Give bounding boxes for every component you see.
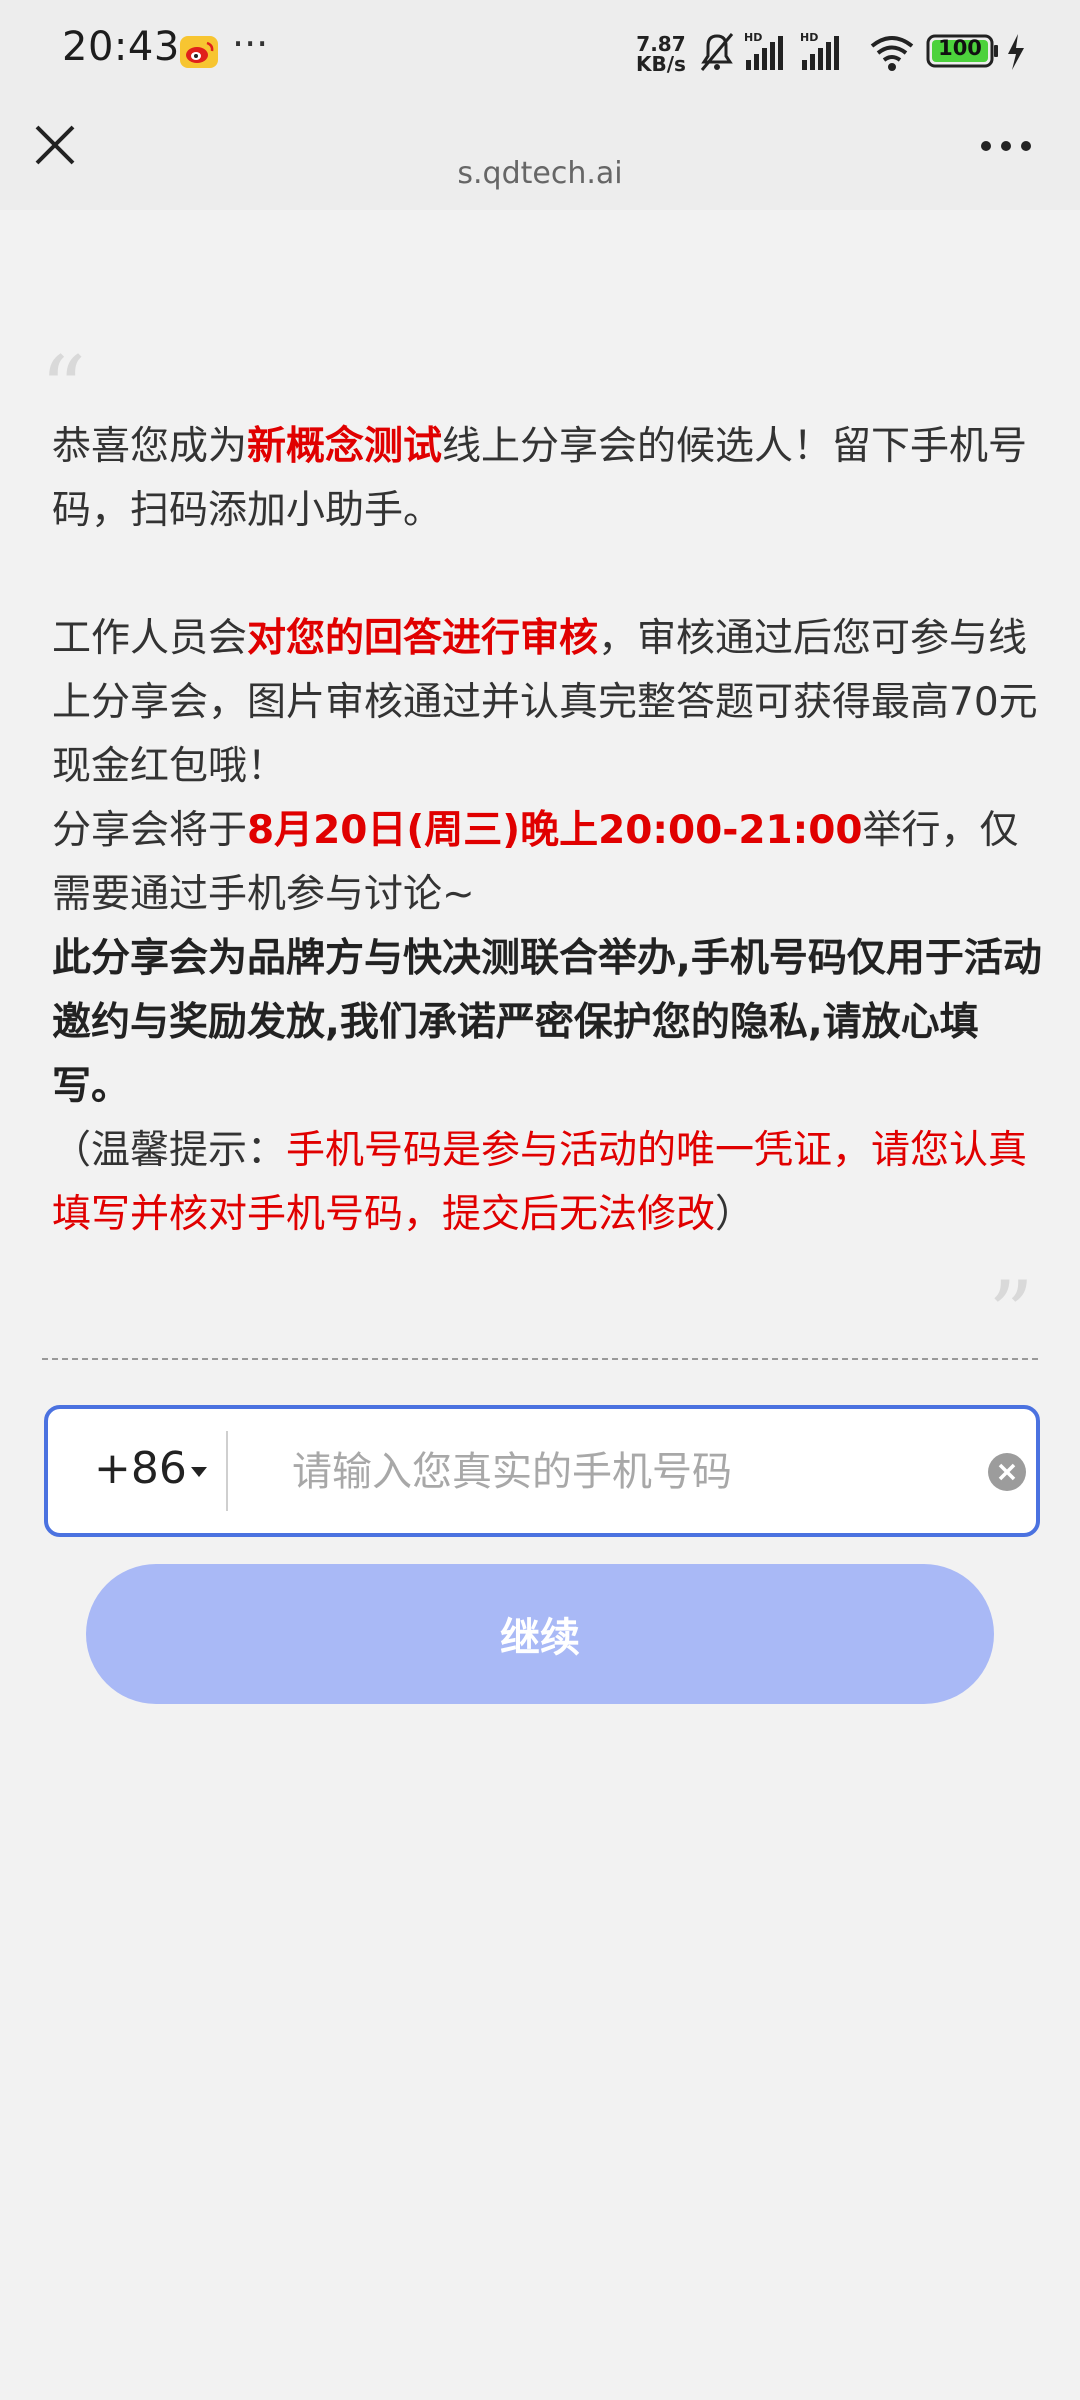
weibo-icon (180, 36, 218, 68)
paragraph-tip: （温馨提示：手机号码是参与活动的唯一凭证，请您认真填写并核对手机号码，提交后无法… (52, 1119, 1042, 1247)
status-bar: 20:43 ··· 7.87 KB/s HD HD 100 (0, 0, 1080, 100)
text-segment: ） (715, 1192, 755, 1237)
announcement-text: 恭喜您成为新概念测试线上分享会的候选人！留下手机号码，扫码添加小助手。 工作人员… (52, 415, 1042, 1247)
hd-signal-icon: HD (800, 31, 839, 70)
more-options-icon[interactable] (978, 136, 1034, 156)
country-code-select[interactable]: +86 (94, 1443, 187, 1494)
hd-signal-icon: HD (744, 31, 783, 70)
battery-level: 100 (938, 36, 982, 60)
paragraph-schedule: 分享会将于8月20日(周三)晚上20:00-21:00举行，仅需要通过手机参与讨… (52, 799, 1042, 927)
network-speed: 7.87 KB/s (636, 34, 686, 74)
highlight-review: 对您的回答进行审核 (247, 616, 599, 661)
text-segment: 分享会将于 (52, 808, 248, 853)
status-more-dots: ··· (232, 22, 269, 66)
content-card: “ 恭喜您成为新概念测试线上分享会的候选人！留下手机号码，扫码添加小助手。 工作… (0, 210, 1080, 2400)
dashed-divider (42, 1358, 1038, 1360)
paragraph-privacy: 此分享会为品牌方与快决测联合举办,手机号码仅用于活动邀约与奖励发放,我们承诺严密… (52, 936, 1042, 1109)
clear-input-icon[interactable] (988, 1453, 1026, 1491)
charging-icon (1008, 34, 1024, 70)
continue-button[interactable]: 继续 (86, 1564, 994, 1704)
text-segment: 恭喜您成为 (52, 424, 248, 469)
svg-text:HD: HD (800, 31, 818, 44)
paragraph-invitation: 恭喜您成为新概念测试线上分享会的候选人！留下手机号码，扫码添加小助手。 (52, 415, 1042, 543)
browser-nav-bar: s.qdtech.ai (0, 100, 1080, 210)
network-speed-unit: KB/s (636, 52, 686, 76)
highlight-event-name: 新概念测试 (247, 424, 443, 469)
phone-input-group: +86 (44, 1405, 1040, 1537)
highlight-datetime: 8月20日(周三)晚上20:00-21:00 (247, 808, 863, 853)
status-time: 20:43 (62, 24, 180, 70)
bell-muted-icon (700, 33, 734, 71)
text-segment: 工作人员会 (52, 616, 248, 661)
chevron-down-icon[interactable] (191, 1467, 207, 1477)
page-url: s.qdtech.ai (457, 156, 623, 191)
input-divider (226, 1431, 228, 1511)
text-segment: （温馨提示： (52, 1128, 287, 1173)
wifi-icon (870, 36, 914, 71)
svg-text:HD: HD (744, 31, 762, 44)
network-speed-value: 7.87 (636, 32, 686, 56)
phone-number-input[interactable] (290, 1433, 974, 1511)
paragraph-review: 工作人员会对您的回答进行审核，审核通过后您可参与线上分享会，图片审核通过并认真完… (52, 607, 1042, 799)
close-quote-icon: ” (988, 1262, 1035, 1367)
